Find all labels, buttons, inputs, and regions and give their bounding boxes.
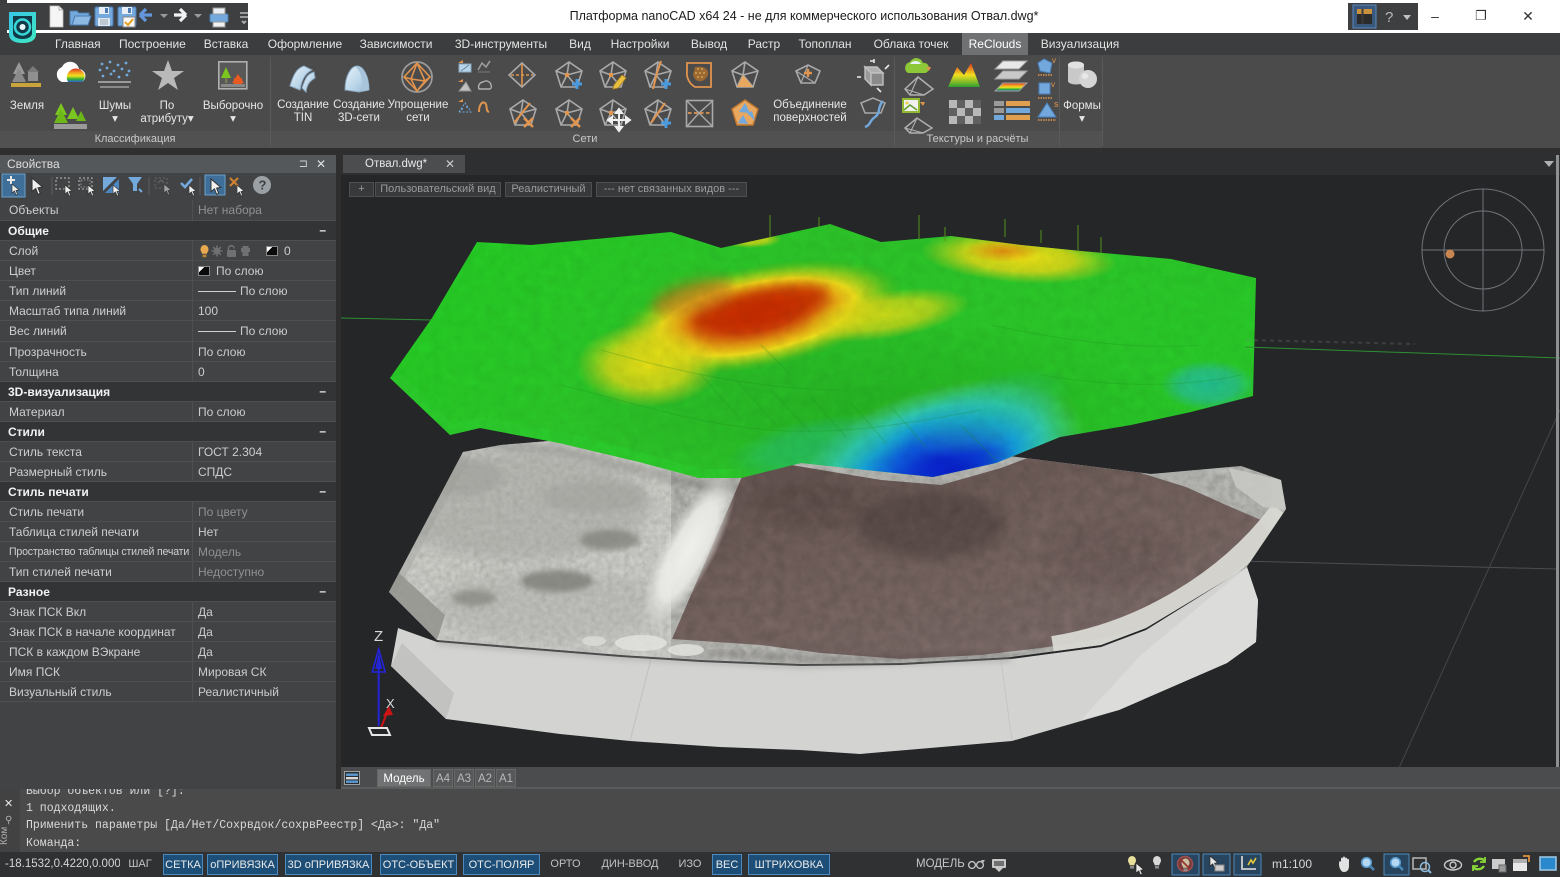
svg-text:s: s bbox=[1054, 99, 1059, 109]
svg-text:v: v bbox=[1052, 56, 1056, 65]
svg-text:?: ? bbox=[1385, 9, 1393, 26]
svg-text:v: v bbox=[1051, 80, 1055, 89]
svg-text:Z: Z bbox=[374, 628, 383, 645]
svg-text:?: ? bbox=[259, 178, 267, 193]
